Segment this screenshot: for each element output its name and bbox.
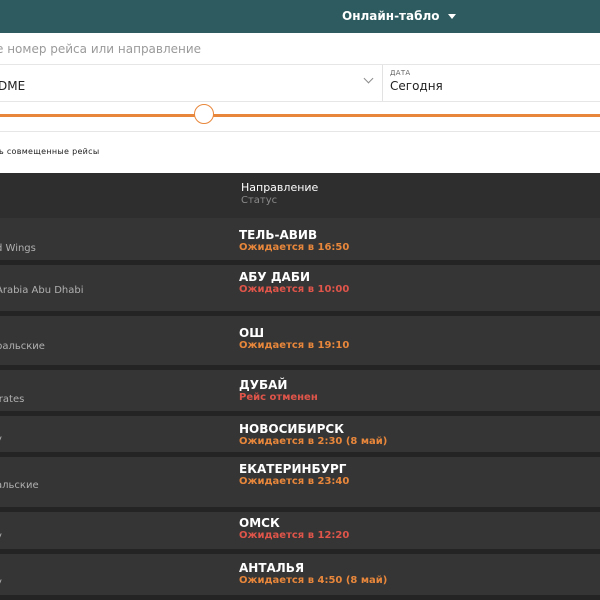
slider-thumb[interactable] (194, 104, 214, 124)
flight-status: Ожидается в 4:50 (8 май) (239, 575, 388, 586)
online-board-menu[interactable]: Онлайн-табло (342, 9, 456, 23)
destination-name: НОВОСИБИРСК (239, 422, 345, 436)
flight-row[interactable]: irates ДУБАЙРейс отменен (0, 370, 600, 416)
flight-status: Ожидается в 23:40 (239, 476, 350, 487)
flight-search-input[interactable] (0, 38, 588, 60)
airline-name: y (0, 434, 2, 445)
date-value: Сегодня (390, 79, 443, 93)
flight-status: Рейс отменен (239, 392, 318, 403)
destination-name: ОМСК (239, 516, 280, 530)
flight-row[interactable]: ральские ОШ Ожидается в 19:10 (0, 316, 600, 370)
airline-name: ральские (0, 341, 45, 352)
airline-name: y (0, 531, 2, 542)
online-board-label: Онлайн-табло (342, 9, 440, 23)
flight-status: Ожидается в 19:10 (239, 340, 350, 351)
flight-row[interactable]: Arabia Abu Dhabi АБУ ДАБИ Ожидается в 10:0… (0, 265, 600, 316)
airport-select[interactable]: DME (0, 65, 383, 101)
destination-name: АНТАЛЬЯ (239, 561, 305, 575)
filter-panel: DME ДАТА Сегодня ть совмещенные рейсы (0, 33, 600, 173)
airline-name: альские (0, 480, 39, 491)
airport-value: DME (0, 79, 26, 93)
flight-status: Ожидается в 10:00 (239, 284, 350, 295)
destination-name: ЕКАТЕРИНБУРГ (239, 462, 347, 476)
slider-track (0, 114, 600, 117)
flight-row[interactable]: d Wings ТЕЛЬ-АВИВОжидается в 16:50 (0, 218, 600, 265)
combined-flights-label: ть совмещенные рейсы (0, 147, 100, 156)
destination-name: АБУ ДАБИ (239, 270, 311, 284)
chevron-down-icon (363, 73, 374, 84)
flight-status: Ожидается в 2:30 (8 май) (239, 436, 388, 447)
airline-name: Arabia Abu Dhabi (0, 285, 84, 296)
flight-status: Ожидается в 16:50 (239, 242, 350, 253)
date-select[interactable]: ДАТА Сегодня (383, 65, 600, 101)
header-status: Статус (241, 195, 278, 206)
time-range-slider[interactable] (0, 101, 600, 129)
combined-flights-toggle[interactable]: ть совмещенные рейсы (0, 131, 600, 174)
airline-name: y (0, 577, 2, 588)
destination-name: ТЕЛЬ-АВИВ (239, 228, 318, 242)
flights-table: Направление Статус d WingsТЕЛЬ-АВИВОжида… (0, 173, 600, 600)
date-label: ДАТА (390, 69, 411, 77)
destination-name: ДУБАЙ (239, 378, 288, 392)
table-header: Направление Статус (0, 173, 600, 218)
flight-row[interactable]: альские ЕКАТЕРИНБУРГ Ожидается в 23:40 (0, 457, 600, 512)
flight-row[interactable]: y ОМСКОжидается в 12:20 (0, 512, 600, 554)
search-bar (0, 33, 600, 65)
airline-name: d Wings (0, 243, 36, 254)
airline-name: irates (0, 394, 25, 405)
flight-row[interactable]: y НОВОСИБИРСКОжидается в 2:30 (8 май) (0, 416, 600, 457)
destination-name: ОШ (239, 326, 265, 340)
caret-down-icon (447, 14, 456, 19)
flight-row[interactable]: y АНТАЛЬЯОжидается в 4:50 (8 май) (0, 554, 600, 600)
top-bar: Онлайн-табло (0, 0, 600, 33)
header-destination: Направление (241, 181, 319, 194)
flight-status: Ожидается в 12:20 (239, 530, 350, 541)
filters-row: DME ДАТА Сегодня (0, 65, 600, 102)
